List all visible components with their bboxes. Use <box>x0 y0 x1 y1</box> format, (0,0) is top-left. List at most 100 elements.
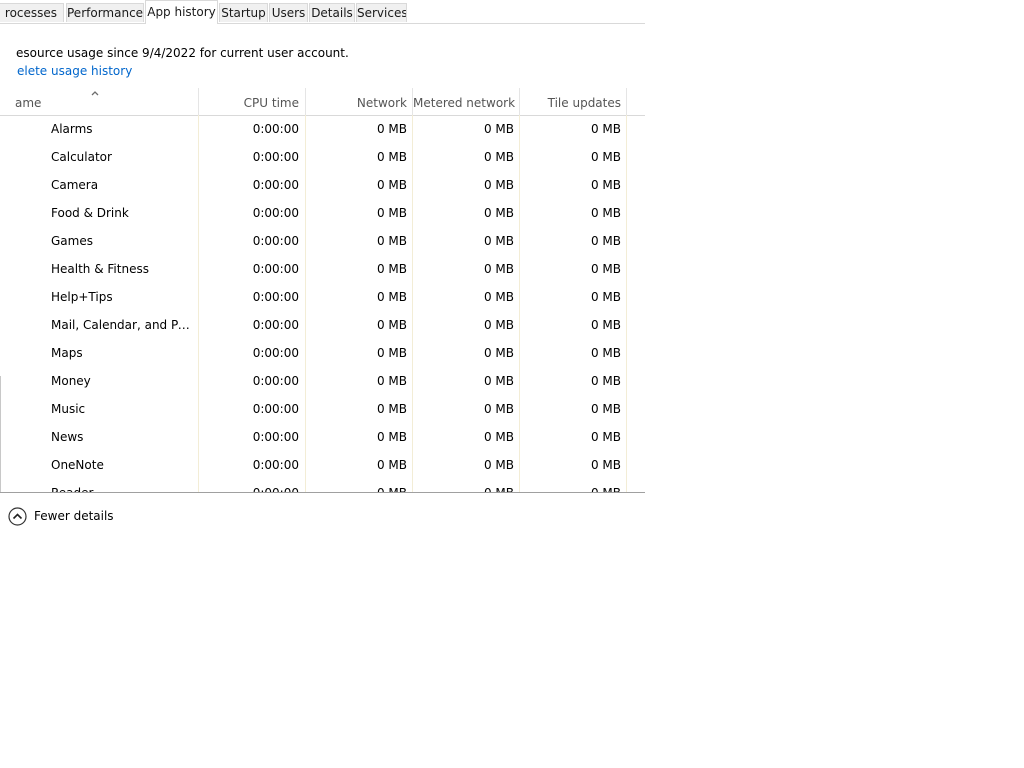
chevron-up-circle-icon <box>8 507 27 526</box>
table-row[interactable]: OneNote 0:00:00 0 MB 0 MB 0 MB <box>0 451 645 479</box>
cell-tile-updates: 0 MB <box>590 486 621 493</box>
cell-app-name: Food & Drink <box>51 206 129 220</box>
column-header-name[interactable]: ame <box>15 88 195 115</box>
cell-cpu-time: 0:00:00 <box>252 402 299 416</box>
cell-metered-network: 0 MB <box>483 290 514 304</box>
table-row[interactable]: Mail, Calendar, and Peop... 0:00:00 0 MB 0 … <box>0 311 645 339</box>
cell-app-name: Mail, Calendar, and Peop... <box>51 318 197 332</box>
cell-network: 0 MB <box>376 318 407 332</box>
cell-tile-updates: 0 MB <box>590 206 621 220</box>
table-row[interactable]: Reader 0:00:00 0 MB 0 MB 0 MB <box>0 479 645 493</box>
cell-network: 0 MB <box>376 346 407 360</box>
cell-metered-network: 0 MB <box>483 402 514 416</box>
cell-app-name: Calculator <box>51 150 112 164</box>
table-row[interactable]: Camera 0:00:00 0 MB 0 MB 0 MB <box>0 171 645 199</box>
cell-network: 0 MB <box>376 262 407 276</box>
tab-app-history[interactable]: App history <box>145 0 218 24</box>
cell-app-name: News <box>51 430 84 444</box>
cell-network: 0 MB <box>376 234 407 248</box>
cell-metered-network: 0 MB <box>483 122 514 136</box>
cell-cpu-time: 0:00:00 <box>252 234 299 248</box>
cell-app-name: Music <box>51 402 86 416</box>
cell-metered-network: 0 MB <box>483 458 514 472</box>
table-row[interactable]: Calculator 0:00:00 0 MB 0 MB 0 MB <box>0 143 645 171</box>
cell-metered-network: 0 MB <box>483 346 514 360</box>
cell-app-name: Help+Tips <box>51 290 113 304</box>
tab-users[interactable]: Users <box>269 3 308 22</box>
cell-tile-updates: 0 MB <box>590 290 621 304</box>
cell-app-name: Maps <box>51 346 83 360</box>
column-header-cpu-time[interactable]: CPU time <box>199 88 305 115</box>
cell-network: 0 MB <box>376 178 407 192</box>
app-history-table: ame CPU time Network Metered network Til… <box>0 88 645 493</box>
cell-network: 0 MB <box>376 290 407 304</box>
cell-tile-updates: 0 MB <box>590 262 621 276</box>
cell-tile-updates: 0 MB <box>590 402 621 416</box>
cell-app-name: OneNote <box>51 458 104 472</box>
table-row[interactable]: Games 0:00:00 0 MB 0 MB 0 MB <box>0 227 645 255</box>
tab-services[interactable]: Services <box>356 3 407 22</box>
cell-network: 0 MB <box>376 206 407 220</box>
usage-description: esource usage since 9/4/2022 for current… <box>16 46 349 60</box>
cell-cpu-time: 0:00:00 <box>252 486 299 493</box>
cell-tile-updates: 0 MB <box>590 234 621 248</box>
cell-metered-network: 0 MB <box>483 430 514 444</box>
tab-performance[interactable]: Performance <box>66 3 144 22</box>
cell-tile-updates: 0 MB <box>590 150 621 164</box>
table-row[interactable]: Music 0:00:00 0 MB 0 MB 0 MB <box>0 395 645 423</box>
table-row[interactable]: Maps 0:00:00 0 MB 0 MB 0 MB <box>0 339 645 367</box>
sort-ascending-icon <box>91 91 99 96</box>
fewer-details-label: Fewer details <box>34 509 114 523</box>
cell-cpu-time: 0:00:00 <box>252 318 299 332</box>
cell-metered-network: 0 MB <box>483 206 514 220</box>
table-row[interactable]: Money 0:00:00 0 MB 0 MB 0 MB <box>0 367 645 395</box>
cell-metered-network: 0 MB <box>483 374 514 388</box>
cell-network: 0 MB <box>376 430 407 444</box>
cell-cpu-time: 0:00:00 <box>252 262 299 276</box>
cell-network: 0 MB <box>376 486 407 493</box>
cell-tile-updates: 0 MB <box>590 458 621 472</box>
cell-metered-network: 0 MB <box>483 234 514 248</box>
cell-metered-network: 0 MB <box>483 150 514 164</box>
tab-processes[interactable]: rocesses <box>0 3 64 22</box>
cell-cpu-time: 0:00:00 <box>252 458 299 472</box>
cell-cpu-time: 0:00:00 <box>252 374 299 388</box>
cell-tile-updates: 0 MB <box>590 122 621 136</box>
tab-strip: rocesses Performance App history Startup… <box>0 0 645 24</box>
cell-cpu-time: 0:00:00 <box>252 346 299 360</box>
column-header-tile-updates[interactable]: Tile updates <box>520 88 627 115</box>
cell-tile-updates: 0 MB <box>590 178 621 192</box>
cell-cpu-time: 0:00:00 <box>252 178 299 192</box>
cell-app-name: Alarms <box>51 122 93 136</box>
cell-cpu-time: 0:00:00 <box>252 206 299 220</box>
column-header-metered-network[interactable]: Metered network <box>413 88 520 115</box>
cell-app-name: Money <box>51 374 91 388</box>
cell-app-name: Games <box>51 234 93 248</box>
cell-cpu-time: 0:00:00 <box>252 122 299 136</box>
cell-network: 0 MB <box>376 122 407 136</box>
table-row[interactable]: Alarms 0:00:00 0 MB 0 MB 0 MB <box>0 115 645 143</box>
cell-cpu-time: 0:00:00 <box>252 290 299 304</box>
cell-tile-updates: 0 MB <box>590 318 621 332</box>
delete-usage-history-link[interactable]: elete usage history <box>17 64 132 78</box>
column-divider[interactable] <box>626 88 627 115</box>
table-row[interactable]: Health & Fitness 0:00:00 0 MB 0 MB 0 MB <box>0 255 645 283</box>
table-row[interactable]: Help+Tips 0:00:00 0 MB 0 MB 0 MB <box>0 283 645 311</box>
cell-cpu-time: 0:00:00 <box>252 150 299 164</box>
cell-network: 0 MB <box>376 402 407 416</box>
tab-details[interactable]: Details <box>309 3 355 22</box>
window-edge <box>0 376 1 492</box>
cell-tile-updates: 0 MB <box>590 374 621 388</box>
cell-app-name: Health & Fitness <box>51 262 149 276</box>
cell-metered-network: 0 MB <box>483 486 514 493</box>
cell-network: 0 MB <box>376 458 407 472</box>
cell-metered-network: 0 MB <box>483 178 514 192</box>
table-row[interactable]: News 0:00:00 0 MB 0 MB 0 MB <box>0 423 645 451</box>
cell-app-name: Reader <box>51 486 94 493</box>
cell-tile-updates: 0 MB <box>590 346 621 360</box>
column-header-network[interactable]: Network <box>306 88 413 115</box>
cell-network: 0 MB <box>376 374 407 388</box>
table-row[interactable]: Food & Drink 0:00:00 0 MB 0 MB 0 MB <box>0 199 645 227</box>
cell-cpu-time: 0:00:00 <box>252 430 299 444</box>
tab-startup[interactable]: Startup <box>219 3 268 22</box>
